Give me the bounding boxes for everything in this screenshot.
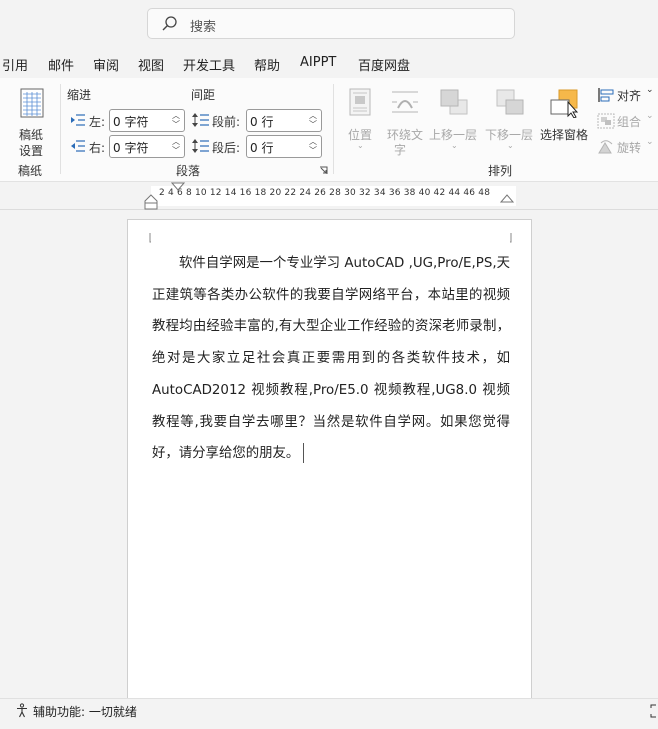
accessibility-icon[interactable] (15, 703, 30, 718)
indent-right-label: 右: (89, 141, 106, 155)
chevron-down-icon: ⌄ (507, 141, 514, 150)
paragraph-dialog-launcher-icon[interactable] (319, 166, 328, 175)
group-label: 组合 (617, 115, 642, 129)
spacing-before-input[interactable]: 0 行 ︿ ﹀ (246, 109, 322, 132)
right-indent-marker-icon[interactable] (500, 194, 514, 204)
position-icon (349, 88, 371, 116)
spacing-after-input[interactable]: 0 行 ︿ ﹀ (246, 135, 322, 158)
wrap-text-icon (392, 91, 418, 113)
chevron-down-icon: ⌄ (451, 141, 458, 150)
indent-right-input[interactable]: 0 字符 ︿ ﹀ (109, 135, 185, 158)
manuscript-paper-icon (20, 88, 44, 118)
indent-left-label: 左: (89, 115, 106, 129)
tab-help[interactable]: 帮助 (254, 55, 280, 74)
tab-view[interactable]: 视图 (138, 55, 164, 74)
indent-left-input[interactable]: 0 字符 ︿ ﹀ (109, 109, 185, 132)
spacing-before-spinner[interactable]: ︿ ﹀ (309, 111, 317, 129)
indent-right-icon (71, 140, 85, 152)
selection-pane-button[interactable]: 选择窗格 (538, 86, 592, 156)
ribbon-panel: 稿纸 设置 稿纸 缩进 间距 左: 0 字符 ︿ ﹀ 右: 0 字符 ︿ ﹀ 段前:… (0, 78, 658, 182)
search-placeholder: 搜索 (190, 20, 217, 35)
rotate-label: 旋转 (617, 141, 642, 155)
tab-references[interactable]: 引用 (2, 55, 28, 74)
search-box[interactable]: 搜索 (147, 8, 515, 39)
focus-mode-icon[interactable] (650, 704, 658, 718)
manuscript-group-label: 稿纸 (18, 164, 43, 178)
send-backward-icon (496, 89, 524, 115)
manuscript-settings-button[interactable]: 稿纸 设置 (10, 84, 54, 158)
body-paragraph: 软件自学网是一个专业学习 AutoCAD ,UG,Pro/E,PS,天正建筑等各… (152, 256, 510, 462)
spacing-after-spinner[interactable]: ︿ ﹀ (309, 137, 317, 155)
first-line-indent-marker-icon[interactable] (171, 182, 185, 192)
indent-left-icon (71, 114, 85, 126)
title-bar: 搜索 (0, 0, 658, 48)
document-body-text[interactable]: 软件自学网是一个专业学习 AutoCAD ,UG,Pro/E,PS,天正建筑等各… (152, 248, 510, 470)
position-button[interactable]: 位置 ⌄ (343, 86, 379, 156)
indent-right-value: 0 字符 (113, 141, 149, 155)
send-backward-button[interactable]: 下移一层 ⌄ (484, 86, 536, 156)
spacing-header: 间距 (191, 88, 216, 102)
spacing-after-icon (192, 139, 209, 153)
chevron-down-icon: ⌄ (646, 137, 654, 147)
group-divider (333, 84, 334, 174)
rotate-icon (598, 140, 613, 154)
spacing-before-icon (192, 113, 209, 127)
selection-pane-icon (550, 89, 579, 118)
bring-forward-icon (440, 89, 468, 115)
manuscript-label-1: 稿纸 (19, 128, 44, 142)
chevron-down-icon: ⌄ (357, 141, 364, 150)
status-bar: 辅助功能: 一切就绪 (0, 698, 658, 729)
spacing-after-value: 0 行 (250, 141, 274, 155)
group-icon (597, 113, 615, 129)
indent-header: 缩进 (67, 88, 92, 102)
indent-left-value: 0 字符 (113, 115, 149, 129)
ribbon-tabs: 引用 邮件 审阅 视图 开发工具 帮助 AIPPT 百度网盘 (0, 48, 658, 78)
group-divider (60, 84, 61, 174)
selection-pane-label: 选择窗格 (540, 128, 589, 142)
wrap-text-label-2: 字 (394, 143, 407, 157)
paragraph-group-label: 段落 (176, 164, 201, 178)
spacing-after-label: 段后: (212, 141, 241, 155)
wrap-text-button[interactable]: 环绕文 字 (385, 86, 425, 157)
document-page[interactable]: 软件自学网是一个专业学习 AutoCAD ,UG,Pro/E,PS,天正建筑等各… (127, 219, 532, 709)
document-canvas: 软件自学网是一个专业学习 AutoCAD ,UG,Pro/E,PS,天正建筑等各… (0, 210, 658, 709)
align-label: 对齐 (617, 89, 642, 103)
chevron-down-icon: ⌄ (646, 85, 654, 95)
hanging-indent-marker-icon[interactable] (144, 194, 158, 210)
text-cursor (303, 443, 305, 464)
indent-left-spinner[interactable]: ︿ ﹀ (172, 111, 180, 129)
bring-forward-button[interactable]: 上移一层 ⌄ (428, 86, 480, 156)
indent-right-spinner[interactable]: ︿ ﹀ (172, 137, 180, 155)
ruler-numbers: 2 4 6 8 10 12 14 16 18 20 22 24 26 28 30… (159, 188, 491, 198)
rotate-button[interactable]: 旋转 ⌄ (596, 137, 656, 158)
arrange-group-label: 排列 (488, 164, 513, 178)
tab-mailings[interactable]: 邮件 (48, 55, 74, 74)
accessibility-status[interactable]: 辅助功能: 一切就绪 (33, 703, 137, 720)
search-icon (162, 16, 177, 31)
tab-baidu-netdisk[interactable]: 百度网盘 (358, 55, 410, 74)
tab-developer[interactable]: 开发工具 (183, 55, 235, 74)
manuscript-label-2: 设置 (19, 144, 44, 158)
horizontal-ruler: 2 4 6 8 10 12 14 16 18 20 22 24 26 28 30… (0, 182, 658, 210)
align-button[interactable]: 对齐 ⌄ (596, 85, 656, 106)
align-icon (598, 88, 614, 102)
margin-corner-mark (149, 233, 151, 243)
group-objects-button[interactable]: 组合 ⌄ (596, 111, 656, 132)
tab-review[interactable]: 审阅 (93, 55, 119, 74)
margin-corner-mark (510, 233, 512, 243)
spacing-before-label: 段前: (212, 115, 241, 129)
chevron-down-icon: ⌄ (646, 111, 654, 121)
spacing-before-value: 0 行 (250, 115, 274, 129)
tab-aippt[interactable]: AIPPT (300, 55, 336, 70)
